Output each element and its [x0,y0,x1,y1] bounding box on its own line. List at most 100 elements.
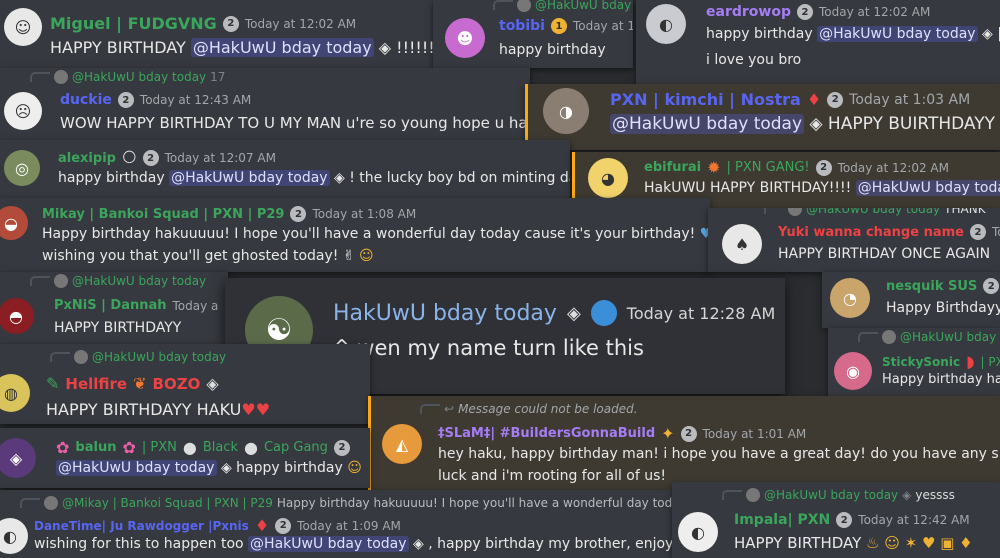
fingers-crossed-icon: ✌ [338,248,355,264]
username[interactable]: ebifurai [644,160,701,175]
user-mention[interactable]: @HakUwU bday today [610,114,805,134]
avatar[interactable]: ◕ [588,158,628,198]
user-mention[interactable]: @HakUwU bday today [248,536,409,552]
username[interactable]: nesquik SUS [886,279,977,294]
reply-arrow-icon: ↩ [444,402,455,416]
username[interactable]: Impala| PXN [734,512,830,528]
user-mention[interactable]: @HakUwU bday today [169,170,330,186]
reply-preview[interactable]: @HakUwU bday today [50,350,226,364]
avatar[interactable]: ◐ [678,512,718,552]
message-card-nesquik: ◔ nesquik SUS 2 Happy Birthdayyy [822,272,1000,328]
username[interactable]: StickySonic [882,355,960,369]
user-mention[interactable]: @HakUwU bday today [56,460,217,476]
avatar[interactable]: ◐ [646,4,686,44]
message-text: HAPPY BIRTHDAYY HAKU♥♥ [46,400,271,419]
medal-badge-icon: 2 [117,92,134,108]
username[interactable]: Miguel | FUDGVNG [50,14,217,33]
reply-avatar [746,488,760,502]
message-text-line2: luck and i'm rooting for all of us! [438,468,667,484]
username[interactable]: Mikay | Bankoi Squad | PXN | P29 [42,207,284,222]
user-mention[interactable]: @HakUwU bday today [190,38,374,57]
reply-preview[interactable]: @HakUwU bday today [858,330,1000,344]
username[interactable]: eardrowop [706,4,791,20]
reply-avatar [54,274,68,288]
message-card-duckie: @HakUwU bday today 17 ☹ duckie 2 Today at… [0,68,530,140]
blood-drop-icon: ♦ [806,90,822,109]
avatar[interactable]: ◭ [382,424,422,464]
message-card-tobibi: @HakUwU bday to ☻ tobibi 1 Today at 12:0… [433,0,633,68]
username[interactable]: DaneTime| Ju Rawdogger |Pxnis [34,519,249,533]
message-text-line2: i love you bro [706,52,802,68]
avatar[interactable]: ♠ [722,224,762,264]
reply-preview[interactable]: @HakUwU bday today [30,274,206,288]
avatar[interactable]: ◐ [0,518,28,554]
avatar[interactable]: ☺ [4,8,42,46]
username-suffix: BOZO [152,374,201,393]
heart-icon: ♥♥ [241,400,271,419]
user-tag: | PXN [141,440,177,455]
username[interactable]: duckie [60,92,112,108]
avatar[interactable]: ◉ [834,352,872,390]
blood-drop-icon: ♦ [254,516,270,535]
username[interactable]: HakUwU bday today [333,301,557,326]
reply-preview[interactable]: @HakUwU bday today 17 [30,70,225,84]
message-card-yuki: @HakUwU bday today THANK ♠ Yuki wanna cha… [708,208,1000,272]
medal-badge-icon: 2 [680,425,697,442]
message-text: HAPPY BIRTHDAY @HakUwU bday today ◈ !!!!… [50,38,435,57]
medal-badge-icon: 2 [275,517,292,534]
timestamp: Today a [172,298,219,313]
avatar[interactable]: ◎ [4,150,40,186]
wave-badge-icon [590,300,617,326]
message-card-danetime: @Mikay | Bankoi Squad | PXN | P29 Happy b… [0,490,672,558]
timestamp: Today at 1:08 AM [312,207,417,221]
message-card-mikay: ◒ Mikay | Bankoi Squad | PXN | P29 2 Tod… [0,198,710,272]
username[interactable]: tobibi [499,18,545,34]
user-mention[interactable]: @HakUwU bday toda [855,180,1000,196]
message-text: happy birthday @HakUwU bday today ◈ ! th… [58,170,570,186]
flower-icon: ✿ [122,438,136,457]
emoji-icon: 🌕 [121,150,137,166]
username[interactable]: PXN | kimchi | Nostra [610,90,801,109]
message-card-balun: ◈ ✿ balun ✿ | PXN ● Black ● Cap Gang 2 @… [0,428,370,488]
avatar[interactable]: ◑ [543,88,589,134]
timestamp: Today at 12:0 [572,19,633,33]
username[interactable]: balun [75,440,116,455]
user-mention[interactable]: @HakUwU bday today [817,26,978,42]
username[interactable]: alexipip [58,151,116,166]
avatar[interactable]: ◔ [830,278,870,318]
avatar[interactable]: ☹ [4,92,42,130]
timestamp: Today at 12:02 AM [837,160,949,175]
timestamp: Today at 12:02 AM [244,16,357,31]
message-text: HAPPY BIRTHDAYY [54,320,182,336]
username[interactable]: ‡SLaM‡| #BuildersGonnaBuild [438,426,655,441]
message-text: wishing for this to happen too @HakUwU b… [34,536,672,552]
avatar[interactable]: ◓ [0,298,34,334]
username[interactable]: Hellfire [65,375,127,393]
reply-preview[interactable]: @HakUwU bday to [493,0,633,12]
avatar[interactable]: ◒ [0,206,28,240]
reply-avatar [788,208,802,216]
medal-badge-icon: 2 [969,224,986,240]
medal-badge-icon: 2 [222,15,239,32]
avatar[interactable]: ◍ [0,374,30,412]
message-card-eardrowop: ◐ eardrowop 2 Today at 12:02 AM happy bi… [636,0,1000,84]
shark-badge-icon: ◈ [206,374,219,393]
timestamp: Today at 1:03 AM [849,91,971,108]
sparkles-icon: ✦ [661,424,675,443]
username[interactable]: PxNiS | Dannah [54,298,167,313]
reply-preview[interactable]: ↩ Message could not be loaded. [420,402,638,416]
mention-badge-icon: ◈ [373,38,392,57]
medal-badge-icon: 1 [550,18,567,34]
message-text: WOW HAPPY BIRTHDAY TO U MY MAN u're so y… [60,114,530,132]
reply-preview[interactable]: @HakUwU bday today THANK [764,208,986,216]
avatar[interactable]: ◈ [0,438,36,478]
username[interactable]: Yuki wanna change name [778,225,964,240]
message-text-line2: wishing you that you'll get ghosted toda… [42,248,374,264]
message-text: Happy Birthdayyy [886,300,1000,316]
syringe-icon: ✎ [46,374,60,393]
reply-preview[interactable]: @Mikay | Bankoi Squad | PXN | P29 Happy b… [20,496,672,510]
avatar[interactable]: ☻ [445,18,485,58]
reply-preview[interactable]: @HakUwU bday today ◈ yessss [722,488,955,502]
reply-avatar [882,330,896,344]
butterfly-icon: ❦ [133,374,147,393]
